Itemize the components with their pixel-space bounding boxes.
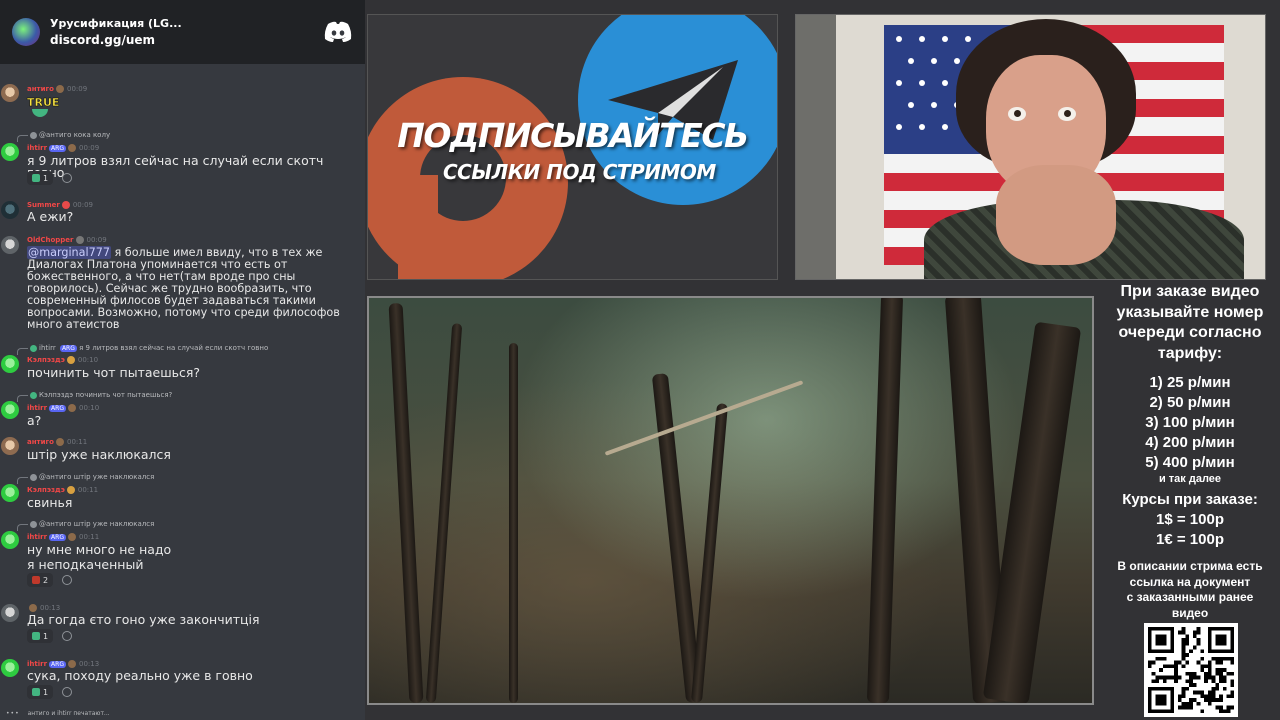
add-reaction-icon[interactable] <box>62 631 72 641</box>
tariff-item: 2) 50 р/мин <box>1149 394 1231 411</box>
typing-indicator: ••• антиго и ihtirr печатают... <box>6 710 110 717</box>
tariff-item: 3) 100 р/мин <box>1145 414 1235 431</box>
role-badge-icon <box>67 533 76 541</box>
message-text: свинья <box>27 495 73 510</box>
role-badge-icon <box>67 404 76 412</box>
typing-dots-icon: ••• <box>6 710 20 717</box>
reply-preview[interactable]: @антиго штір уже наклюкался <box>16 473 154 484</box>
message-text: @marginal777 я больше имел ввиду, что в … <box>27 246 340 331</box>
fallen-branch <box>604 380 804 456</box>
role-badge-icon <box>61 201 70 209</box>
role-badge-icon <box>29 604 37 612</box>
tariff-more: и так далее <box>1158 473 1222 485</box>
subscribe-banner: ПОДПИСЫВАЙТЕСЬ ССЫЛКИ ПОД СТРИМОМ <box>367 14 778 280</box>
main-video-player[interactable] <box>367 296 1094 705</box>
add-reaction-icon[interactable] <box>62 173 72 183</box>
person-hand <box>996 165 1116 265</box>
avatar[interactable] <box>1 355 19 373</box>
avatar[interactable] <box>1 437 19 455</box>
sticker: TRUE <box>27 96 60 118</box>
role-badge-icon <box>67 660 76 668</box>
reply-preview[interactable]: @антиго штір уже наклюкался <box>16 520 154 531</box>
avatar[interactable] <box>1 604 19 622</box>
add-reaction-icon[interactable] <box>62 687 72 697</box>
reply-preview[interactable]: ihtirr ARG я 9 литров взял сейчас на слу… <box>16 344 268 355</box>
rate-item: 1$ = 100р <box>1156 511 1224 528</box>
tariff-item: 5) 400 р/мин <box>1145 454 1235 471</box>
order-instructions: При заказе видео указывайте номер очеред… <box>1116 283 1264 362</box>
role-badge-icon <box>66 356 75 364</box>
description-note: В описании стрима есть ссылка на докумен… <box>1117 559 1263 620</box>
order-info-panel: При заказе видео указывайте номер очеред… <box>1100 282 1280 621</box>
server-name: Урусификация (LG... <box>50 17 182 30</box>
reaction[interactable]: 1 <box>27 685 54 699</box>
avatar[interactable] <box>1 236 19 254</box>
reaction[interactable]: 1 <box>27 629 54 643</box>
avatar[interactable] <box>1 401 19 419</box>
message-text: сука, походу реально уже в говно <box>27 668 253 683</box>
reply-preview[interactable]: Кэлпэздэ починить чот пытаешься? <box>16 391 172 402</box>
reaction[interactable]: 1 <box>27 171 54 185</box>
role-badge-icon <box>75 236 84 244</box>
role-badge-icon <box>56 438 64 446</box>
message-author[interactable]: ihtirr <box>27 404 47 412</box>
webcam-feed <box>795 14 1266 280</box>
message-text: штір уже наклюкался <box>27 447 171 462</box>
message-text: починить чот пытаешься? <box>27 365 201 380</box>
message-text: ну мне много не надо <box>27 542 172 557</box>
message-author[interactable]: антиго <box>27 438 54 446</box>
server-icon <box>12 18 40 46</box>
rates-title: Курсы при заказе: <box>1122 491 1258 508</box>
banner-title: ПОДПИСЫВАЙТЕСЬ <box>397 116 749 155</box>
tariff-item: 1) 25 р/мин <box>1149 374 1231 391</box>
message-list[interactable]: антиго 00:09 TRUE @антиго кока колу ihtir… <box>0 64 365 712</box>
reaction-emoji-icon <box>32 688 40 696</box>
reaction-emoji-icon <box>32 174 40 182</box>
discord-chat-panel: Урусификация (LG... discord.gg/uem антиг… <box>0 0 365 720</box>
message-text: я 9 литров взял сейчас на случай если ск… <box>27 153 324 179</box>
message-text: Да гогда єто гоно уже закончитція <box>27 612 260 627</box>
message-time: 00:09 <box>67 85 88 93</box>
message-text: а? <box>27 413 42 428</box>
add-reaction-icon[interactable] <box>62 575 72 585</box>
avatar[interactable] <box>1 531 19 549</box>
reaction-emoji-icon <box>32 632 40 640</box>
role-tag: ARG <box>49 145 66 152</box>
reaction-emoji-icon <box>32 576 40 584</box>
discord-logo-icon <box>324 21 352 42</box>
message-author[interactable]: ihtirr <box>27 660 47 668</box>
message-text: я неподкаченный <box>27 557 144 572</box>
role-badge-icon <box>66 486 75 494</box>
eye-icon <box>1058 107 1076 121</box>
avatar[interactable] <box>1 201 19 219</box>
avatar[interactable] <box>1 143 19 161</box>
message-author[interactable]: ihtirr <box>27 144 47 152</box>
message-author[interactable]: Кэлпэздэ <box>27 356 65 364</box>
avatar[interactable] <box>1 484 19 502</box>
message-author[interactable]: ihtirr <box>27 533 47 541</box>
banner-subtitle: ССЫЛКИ ПОД СТРИМОМ <box>443 160 716 184</box>
avatar[interactable] <box>1 659 19 677</box>
eye-icon <box>1008 107 1026 121</box>
invite-link[interactable]: discord.gg/uem <box>50 33 323 47</box>
reply-preview[interactable]: @антиго кока колу <box>16 131 110 142</box>
message-text: А ежи? <box>27 209 74 224</box>
role-badge-icon <box>56 85 64 93</box>
reaction[interactable]: 2 <box>27 573 54 587</box>
message-author[interactable]: Кэлпэздэ <box>27 486 65 494</box>
rate-item: 1€ = 100р <box>1156 531 1224 548</box>
chat-header: Урусификация (LG... discord.gg/uem <box>0 0 365 64</box>
role-badge-icon <box>67 144 76 152</box>
message-author[interactable]: OldChopper <box>27 236 74 244</box>
sticker-text: TRUE <box>27 96 60 109</box>
tariff-list: 1) 25 р/мин 2) 50 р/мин 3) 100 р/мин 4) … <box>1100 373 1280 485</box>
tariff-item: 4) 200 р/мин <box>1145 434 1235 451</box>
message-author[interactable]: антиго <box>27 85 54 93</box>
message-author[interactable]: Summer <box>27 201 60 209</box>
avatar[interactable] <box>1 84 19 102</box>
qr-code-icon <box>1144 623 1238 717</box>
